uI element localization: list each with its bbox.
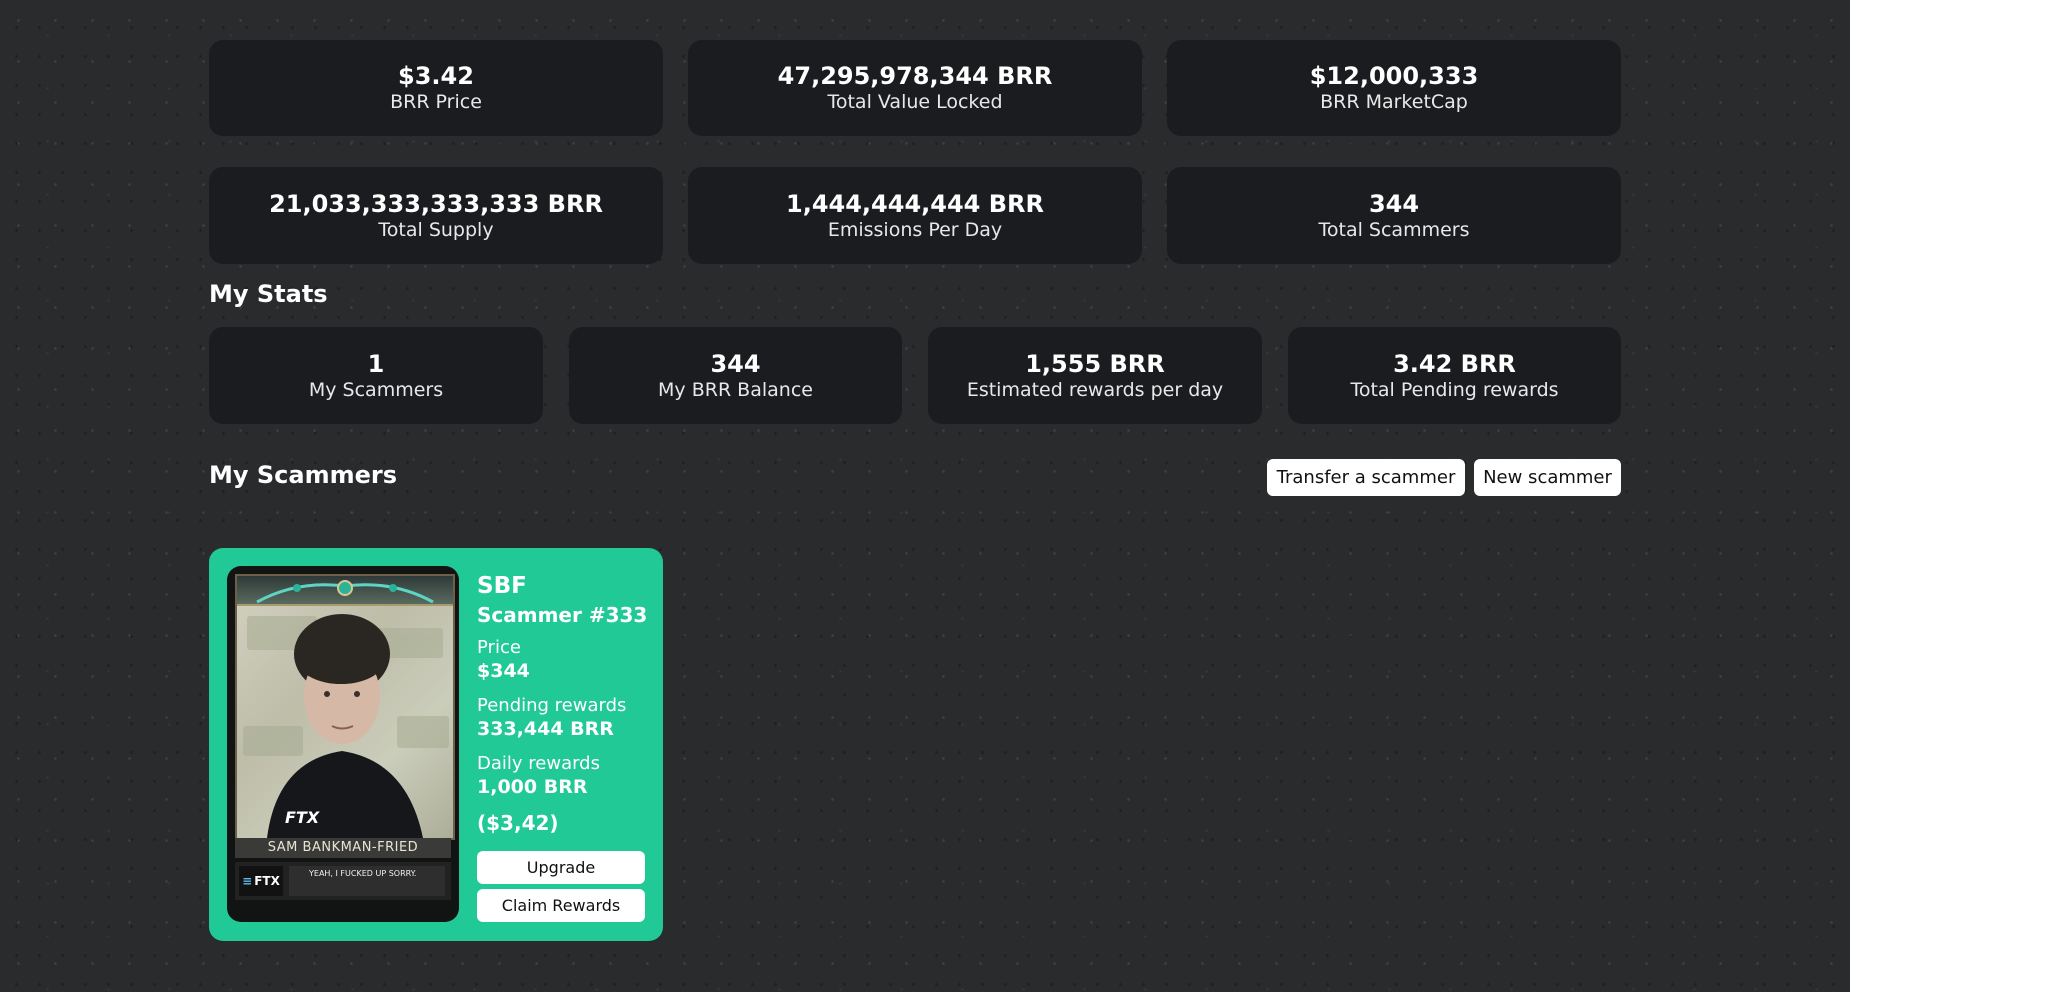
dashboard-background: $3.42 BRR Price 47,295,978,344 BRR Total… xyxy=(0,0,1850,992)
portrait-artwork: FTX xyxy=(235,574,455,840)
stat-label: BRR Price xyxy=(390,91,482,113)
portrait-name-plate: SAM BANKMAN-FRIED xyxy=(235,838,451,858)
price-label: Price xyxy=(477,637,521,658)
ftx-mark-icon: ≡ xyxy=(242,874,253,888)
claim-rewards-button[interactable]: Claim Rewards xyxy=(477,889,645,922)
pending-rewards-label: Pending rewards xyxy=(477,695,627,716)
stat-label: Total Supply xyxy=(378,218,494,241)
stat-value: 344 xyxy=(1368,189,1420,218)
stat-value: 21,033,333,333,333 BRR xyxy=(269,189,603,218)
stat-card-total-supply: 21,033,333,333,333 BRR Total Supply xyxy=(209,167,663,264)
daily-rewards-usd: ($3,42) xyxy=(477,811,559,835)
portrait-quote: YEAH, I FUCKED UP SORRY. xyxy=(289,866,445,896)
stat-card-my-scammers: 1 My Scammers xyxy=(209,327,543,424)
scammer-name: SBF xyxy=(477,573,527,599)
stat-card-my-brr-balance: 344 My BRR Balance xyxy=(569,327,902,424)
pending-rewards-value: 333,444 BRR xyxy=(477,718,614,740)
stat-value: $12,000,333 xyxy=(1309,62,1479,90)
ftx-logo-icon: ≡ FTX xyxy=(239,866,283,896)
stat-card-total-value-locked: 47,295,978,344 BRR Total Value Locked xyxy=(688,40,1142,136)
stat-label: Total Pending rewards xyxy=(1350,378,1559,401)
daily-rewards-label: Daily rewards xyxy=(477,753,600,774)
ftx-logo-text: FTX xyxy=(254,874,280,888)
scammer-card: FTX SAM BANKMAN-FRIED ≡ FTX YEAH, I FUCK… xyxy=(209,548,663,941)
my-scammers-heading: My Scammers xyxy=(209,461,398,489)
my-stats-heading: My Stats xyxy=(209,280,328,308)
stat-value: 47,295,978,344 BRR xyxy=(777,62,1053,90)
stat-label: My BRR Balance xyxy=(658,378,813,401)
stat-label: Estimated rewards per day xyxy=(966,378,1224,401)
stat-card-total-scammers: 344 Total Scammers xyxy=(1167,167,1621,264)
stat-label: My Scammers xyxy=(308,378,444,401)
person-illustration xyxy=(237,606,453,838)
stat-card-emissions-per-day: 1,444,444,444 BRR Emissions Per Day xyxy=(688,167,1142,264)
stat-card-brr-marketcap: $12,000,333 BRR MarketCap xyxy=(1167,40,1621,136)
stat-value: 1 xyxy=(367,349,385,378)
stat-value: $3.42 xyxy=(398,62,474,90)
stat-label: Emissions Per Day xyxy=(827,218,1003,241)
upgrade-button[interactable]: Upgrade xyxy=(477,851,645,884)
scammer-portrait: FTX SAM BANKMAN-FRIED ≡ FTX YEAH, I FUCK… xyxy=(227,566,459,922)
shirt-logo-text: FTX xyxy=(285,808,320,827)
scammer-id: Scammer #333 xyxy=(477,603,648,627)
transfer-scammer-button[interactable]: Transfer a scammer xyxy=(1267,459,1465,496)
daily-rewards-value: 1,000 BRR xyxy=(477,776,588,798)
stat-label: Total Value Locked xyxy=(827,91,1003,113)
stat-value: 3.42 BRR xyxy=(1393,349,1516,378)
stat-value: 1,444,444,444 BRR xyxy=(786,189,1044,218)
new-scammer-button[interactable]: New scammer xyxy=(1474,459,1621,496)
stat-label: Total Scammers xyxy=(1318,218,1470,241)
stat-card-estimated-rewards: 1,555 BRR Estimated rewards per day xyxy=(928,327,1262,424)
stat-value: 1,555 BRR xyxy=(1025,349,1165,378)
stat-value: 344 xyxy=(710,349,761,378)
stat-card-brr-price: $3.42 BRR Price xyxy=(209,40,663,136)
stat-label: BRR MarketCap xyxy=(1320,91,1468,113)
price-value: $344 xyxy=(477,660,530,682)
portrait-footer: ≡ FTX YEAH, I FUCKED UP SORRY. xyxy=(235,862,451,900)
stat-card-total-pending-rewards: 3.42 BRR Total Pending rewards xyxy=(1288,327,1621,424)
